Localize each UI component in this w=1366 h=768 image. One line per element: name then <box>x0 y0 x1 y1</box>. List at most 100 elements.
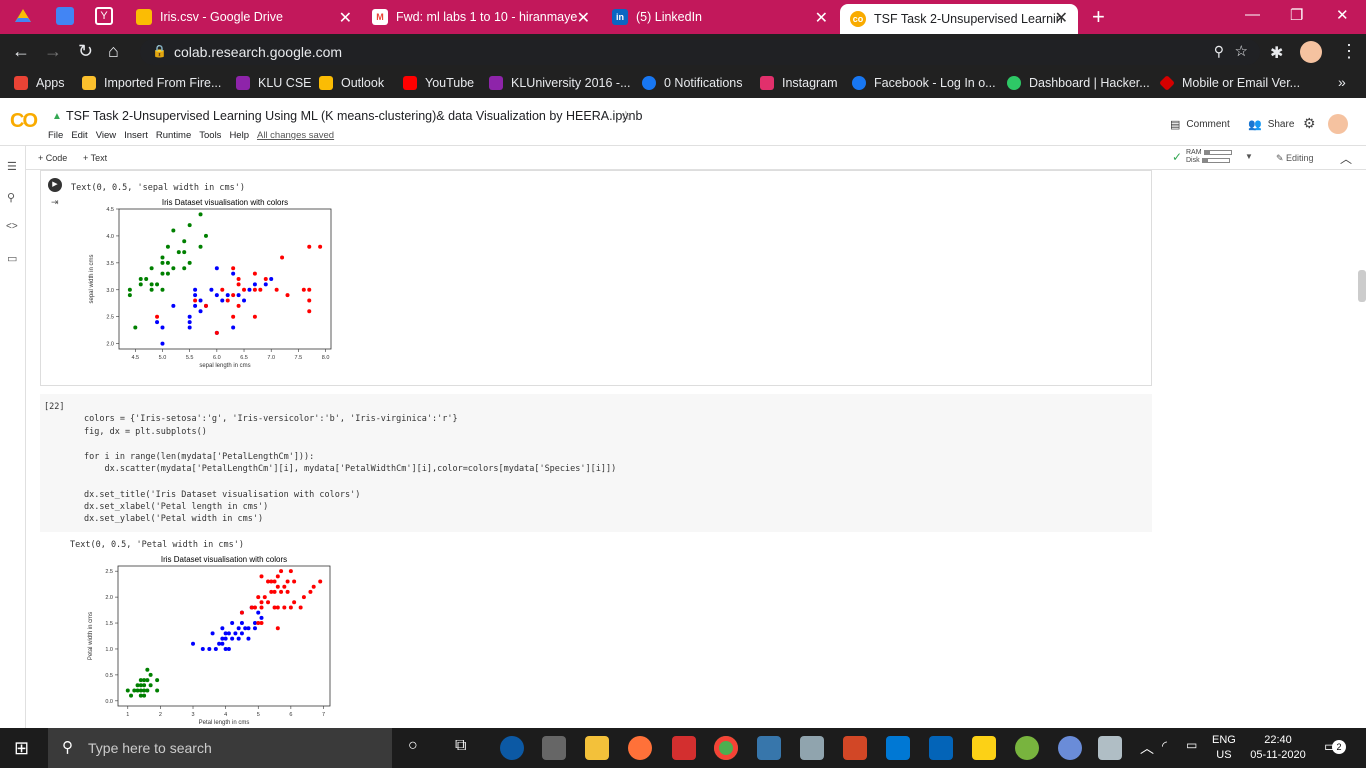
code-line[interactable]: fig, dx = plt.subplots() <box>84 427 207 437</box>
code-cell[interactable]: [22] colors = {'Iris-setosa':'g', 'Iris-… <box>40 394 1152 532</box>
back-icon[interactable]: ← <box>12 41 30 62</box>
bookmark-mobile[interactable]: Mobile or Email Ver... <box>1159 75 1300 91</box>
window-close-icon[interactable]: ✕ <box>1336 6 1349 24</box>
drive-icon[interactable] <box>14 8 32 24</box>
menu-runtime[interactable]: Runtime <box>156 130 191 141</box>
firefox-icon[interactable] <box>628 736 652 760</box>
run-button[interactable]: ▶ <box>48 178 62 192</box>
close-icon[interactable]: ✕ <box>815 8 828 28</box>
wifi-icon[interactable]: ◜ <box>1162 738 1167 754</box>
data-point <box>263 277 268 281</box>
menu-tools[interactable]: Tools <box>199 130 221 141</box>
editing-mode[interactable]: ✎ Editing <box>1276 153 1314 164</box>
notepad-icon[interactable] <box>800 736 824 760</box>
code-line[interactable]: dx.scatter(mydata['PetalLengthCm'][i], m… <box>84 464 616 474</box>
bookmark-outlook[interactable]: Outlook <box>319 76 384 90</box>
bookmark-youtube[interactable]: YouTube <box>403 76 474 90</box>
chevron-up-icon[interactable]: ︿ <box>1340 150 1352 167</box>
menu-insert[interactable]: Insert <box>124 130 148 141</box>
code-line[interactable]: dx.set_ylabel('Petal width in cms') <box>84 514 263 524</box>
add-text-button[interactable]: + Text <box>83 153 107 163</box>
paint-icon[interactable] <box>1098 736 1122 760</box>
explorer-icon[interactable] <box>585 736 609 760</box>
edge-icon[interactable] <box>500 736 524 760</box>
scrollbar[interactable] <box>1358 270 1366 302</box>
menu-help[interactable]: Help <box>229 130 249 141</box>
code-line[interactable]: colors = {'Iris-setosa':'g', 'Iris-versi… <box>84 414 458 424</box>
menu-file[interactable]: File <box>48 130 63 141</box>
omnibox[interactable]: 🔒 colab.research.google.com ⚲ ☆ <box>140 39 1260 65</box>
bookmarks-overflow[interactable]: » <box>1338 74 1346 90</box>
outlook-icon[interactable] <box>929 736 953 760</box>
star-icon[interactable]: ☆ <box>620 108 632 124</box>
yahoo-icon[interactable]: Y <box>95 7 113 25</box>
toc-icon[interactable]: ☰ <box>7 160 17 173</box>
comment-button[interactable]: ▤ Comment <box>1170 118 1230 131</box>
powerpoint-icon[interactable] <box>843 736 867 760</box>
code-snippets-icon[interactable]: <> <box>6 221 18 232</box>
share-button[interactable]: 👥 Share <box>1248 118 1294 131</box>
bookmark-instagram[interactable]: Instagram <box>760 76 838 90</box>
tab-linkedin[interactable]: in (5) LinkedIn ✕ <box>602 4 838 30</box>
zoom-icon[interactable]: ⚲ <box>1214 43 1224 60</box>
code-line[interactable]: dx.set_title('Iris Dataset visualisation… <box>84 490 360 500</box>
bookmark-kluniversity[interactable]: KLUniversity 2016 -... <box>489 76 631 90</box>
sticky-notes-icon[interactable] <box>972 736 996 760</box>
bookmark-klu-cse[interactable]: KLU CSE <box>236 76 312 90</box>
close-icon[interactable]: ✕ <box>339 8 352 28</box>
close-icon[interactable]: ✕ <box>577 8 590 28</box>
menu-view[interactable]: View <box>96 130 116 141</box>
chevron-up-icon[interactable]: ︿ <box>1140 738 1154 758</box>
avatar[interactable] <box>1328 114 1348 134</box>
gear-icon[interactable]: ⚙ <box>1303 115 1316 132</box>
minimize-icon[interactable]: — <box>1245 6 1260 23</box>
taskbar-search[interactable]: ⚲ Type here to search <box>48 728 392 768</box>
code-line[interactable]: dx.set_xlabel('Petal length in cms') <box>84 502 268 512</box>
r-icon[interactable] <box>1058 736 1082 760</box>
saved-status[interactable]: All changes saved <box>257 130 334 141</box>
mail-icon[interactable] <box>886 736 910 760</box>
code-line[interactable]: for i in range(len(mydata['PetalLengthCm… <box>84 452 314 462</box>
python-icon[interactable] <box>757 736 781 760</box>
bookmark-imported[interactable]: Imported From Fire... <box>82 76 221 90</box>
avatar[interactable] <box>1300 41 1322 63</box>
search-icon[interactable]: ⚲ <box>7 191 15 204</box>
store-icon[interactable] <box>542 736 566 760</box>
bookmark-apps[interactable]: Apps <box>14 76 65 90</box>
add-code-button[interactable]: + Code <box>38 153 67 163</box>
cortana-icon[interactable]: ○ <box>408 737 418 755</box>
tab-drive[interactable]: Iris.csv - Google Drive ✕ <box>126 4 362 30</box>
chevron-down-icon[interactable]: ▼ <box>1245 152 1253 161</box>
home-icon[interactable]: ⌂ <box>108 41 119 62</box>
new-tab-button[interactable]: + <box>1092 4 1105 30</box>
tab-gmail[interactable]: M Fwd: ml labs 1 to 10 - hiranmaye ✕ <box>362 4 600 30</box>
resources-indicator[interactable]: RAM Disk <box>1186 149 1232 165</box>
battery-icon[interactable]: ▭ <box>1186 738 1197 752</box>
docs-icon[interactable] <box>56 7 74 25</box>
bookmark-facebook[interactable]: Facebook - Log In o... <box>852 76 996 90</box>
data-point <box>285 579 290 584</box>
task-view-icon[interactable]: ⧉ <box>455 737 466 755</box>
data-point <box>259 615 264 620</box>
windows-start-icon[interactable]: ⊞ <box>14 738 29 759</box>
menu-icon[interactable]: ⋮ <box>1340 41 1358 62</box>
acrobat-icon[interactable] <box>672 736 696 760</box>
utorrent-icon[interactable] <box>1015 736 1039 760</box>
reload-icon[interactable]: ↻ <box>78 41 93 62</box>
forward-icon[interactable]: → <box>44 41 62 62</box>
extensions-icon[interactable]: ✱ <box>1270 43 1283 63</box>
bookmark-notifications[interactable]: 0 Notifications <box>642 76 743 90</box>
bookmark-hackerrank[interactable]: Dashboard | Hacker... <box>1007 76 1150 90</box>
language-indicator[interactable]: ENG US <box>1212 733 1236 763</box>
folder-icon[interactable]: ▭ <box>7 252 17 265</box>
menu-edit[interactable]: Edit <box>71 130 87 141</box>
star-icon[interactable]: ☆ <box>1235 42 1248 60</box>
chrome-icon[interactable] <box>714 736 738 760</box>
notebook-title[interactable]: TSF Task 2-Unsupervised Learning Using M… <box>66 109 642 123</box>
notification-center[interactable]: ▭ 2 <box>1324 738 1346 758</box>
colab-logo[interactable]: CO <box>10 110 38 133</box>
close-icon[interactable]: ✕ <box>1055 8 1068 28</box>
clock[interactable]: 22:40 05-11-2020 <box>1248 733 1308 763</box>
restore-icon[interactable]: ❐ <box>1290 6 1303 24</box>
tab-colab[interactable]: co TSF Task 2-Unsupervised Learnin ✕ <box>840 4 1078 34</box>
